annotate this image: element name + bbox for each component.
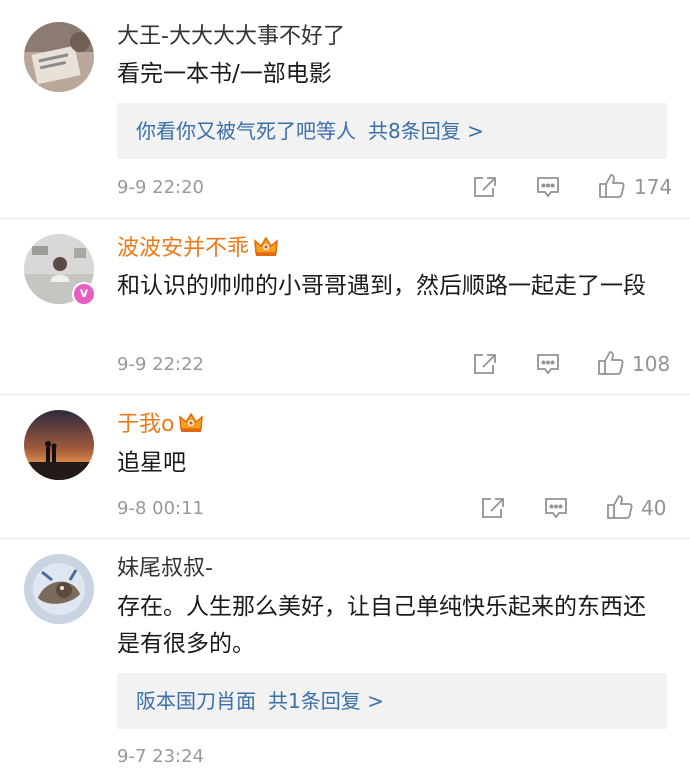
like-count: 174: [634, 175, 673, 199]
comment-item: 大王-大大大大事不好了 看完一本书/一部电影 你看你又被气死了吧等人 共8条回复 …: [0, 0, 690, 218]
comment-text: 看完一本书/一部电影: [117, 61, 332, 87]
comment-time: 9-7 23:24: [117, 746, 204, 767]
thumbs-up-icon[interactable]: [606, 493, 634, 525]
share-icon[interactable]: [480, 496, 506, 524]
comment-item: 妹尾叔叔- 存在。人生那么美好，让自己单纯快乐起来的东西还是有很多的。 阪本国刀…: [0, 539, 690, 782]
reply-count-link[interactable]: 共1条回复 >: [268, 689, 384, 713]
comment-time: 9-9 22:20: [117, 177, 204, 198]
comment-text: 和认识的帅帅的小哥哥遇到，然后顺路一起走了一段: [117, 273, 646, 299]
vip-crown-icon: [253, 236, 279, 266]
thumbs-up-icon[interactable]: [598, 172, 626, 204]
username[interactable]: 波波安并不乖: [117, 235, 279, 266]
comment-text: 追星吧: [117, 450, 186, 476]
username[interactable]: 于我o: [117, 411, 204, 442]
username[interactable]: 妹尾叔叔-: [117, 555, 213, 583]
reply-preview[interactable]: 你看你又被气死了吧等人 共8条回复 >: [117, 103, 667, 159]
like-count: 40: [641, 496, 667, 520]
reply-preview-text: 你看你又被气死了吧等人: [136, 119, 356, 143]
comment-text: 存在。人生那么美好，让自己单纯快乐起来的东西还是有很多的。: [117, 594, 646, 657]
comment-item: 于我o 追星吧 9-8 00:11 40: [0, 395, 690, 538]
like-count: 108: [632, 352, 671, 376]
comment-icon[interactable]: [535, 175, 561, 203]
reply-preview-text: 阪本国刀肖面: [136, 689, 256, 713]
comment-item: v 波波安并不乖 和认识的帅帅的小哥哥遇到，然后顺路一起走了一段 9-9 22:…: [0, 219, 690, 394]
username-text: 于我o: [117, 412, 175, 437]
username[interactable]: 大王-大大大大事不好了: [117, 23, 345, 51]
comment-icon[interactable]: [535, 352, 561, 380]
comment-time: 9-9 22:22: [117, 354, 204, 375]
verified-badge: v: [72, 282, 96, 306]
vip-crown-icon: [178, 412, 204, 442]
avatar[interactable]: [24, 410, 94, 480]
reply-preview[interactable]: 阪本国刀肖面 共1条回复 >: [117, 673, 667, 729]
comment-icon[interactable]: [543, 496, 569, 524]
avatar[interactable]: [24, 554, 94, 624]
share-icon[interactable]: [472, 175, 498, 203]
username-text: 波波安并不乖: [117, 236, 250, 261]
reply-count-link[interactable]: 共8条回复 >: [368, 119, 484, 143]
share-icon[interactable]: [472, 352, 498, 380]
avatar[interactable]: [24, 22, 94, 92]
thumbs-up-icon[interactable]: [597, 349, 625, 381]
comment-time: 9-8 00:11: [117, 498, 204, 519]
